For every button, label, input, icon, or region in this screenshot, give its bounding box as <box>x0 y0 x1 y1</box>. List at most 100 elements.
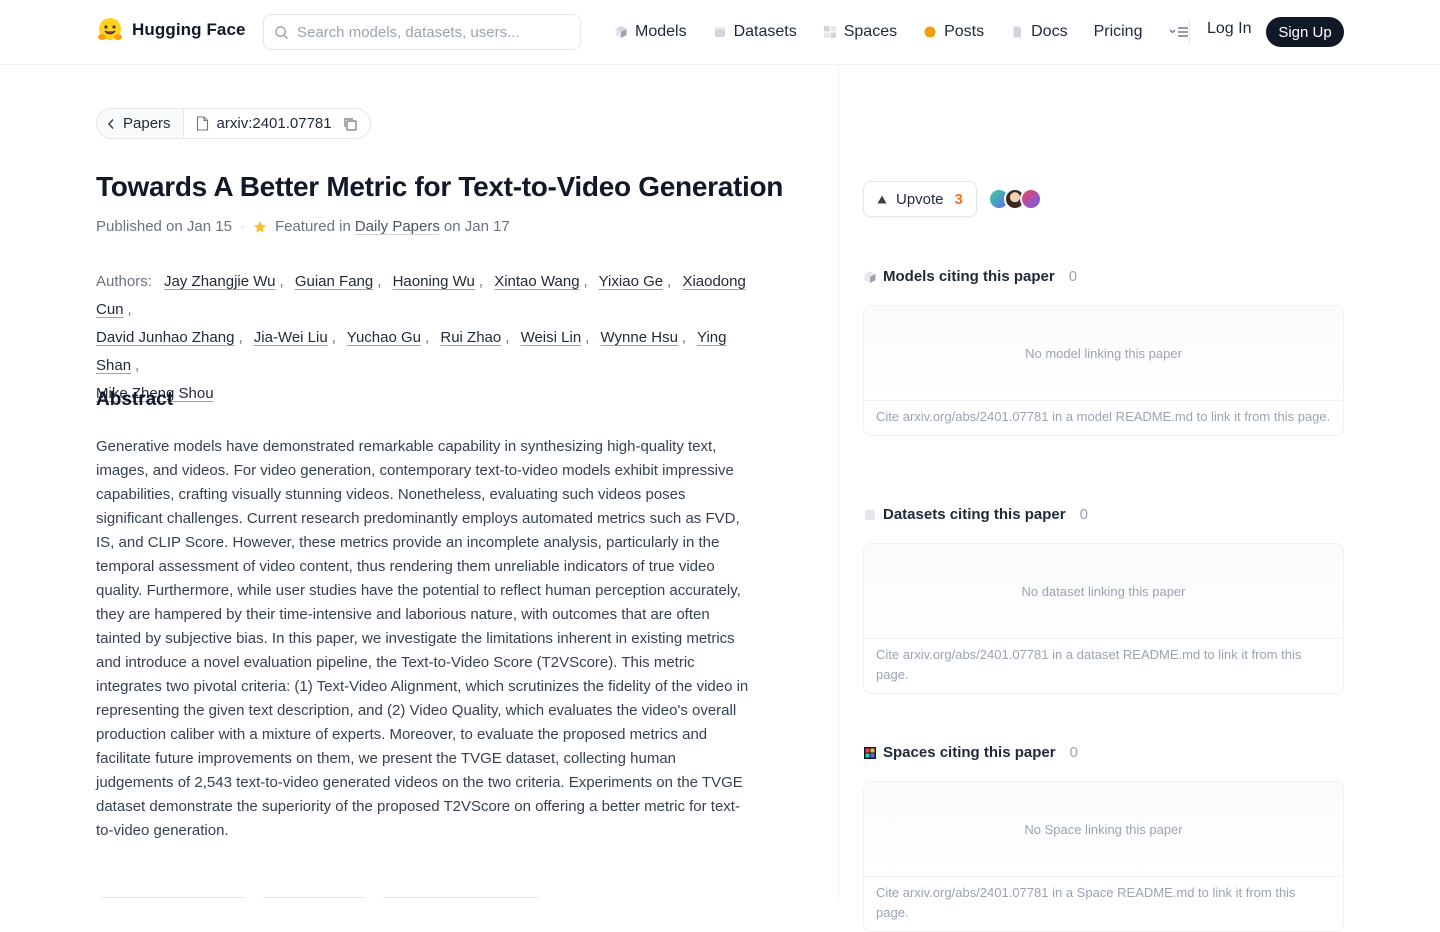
authors-label: Authors: <box>96 273 152 290</box>
author-link[interactable]: Jay Zhangjie Wu <box>164 273 275 290</box>
model-cube-icon <box>615 26 627 38</box>
column-divider <box>838 65 839 900</box>
search-input[interactable] <box>297 23 567 41</box>
nav-models-label: Models <box>635 23 687 40</box>
author-separator: , <box>377 273 382 290</box>
featured-suffix: on Jan 17 <box>443 218 510 235</box>
models-citing-title: Models citing this paper <box>883 268 1055 285</box>
spaces-grid-icon <box>823 26 836 38</box>
nav-posts-label: Posts <box>944 23 985 40</box>
datasets-cite-note: Cite arxiv.org/abs/2401.07781 in a datas… <box>876 647 1302 682</box>
datasets-citing-heading: Datasets citing this paper 0 <box>863 506 1088 523</box>
featured-prefix: Featured in <box>274 218 351 235</box>
nav-spaces-label: Spaces <box>843 23 898 40</box>
brand[interactable]: Hugging Face <box>96 16 246 44</box>
dataset-icon <box>865 509 875 520</box>
author-separator: , <box>667 273 672 290</box>
datasets-citing-count: 0 <box>1079 506 1088 523</box>
paper-id: arxiv:2401.07781 <box>216 115 332 132</box>
nav-docs-label: Docs <box>1031 23 1068 40</box>
upvote-triangle-icon <box>877 195 887 203</box>
author-separator: , <box>681 329 687 346</box>
models-cite-note: Cite arxiv.org/abs/2401.07781 in a model… <box>876 409 1331 424</box>
document-icon <box>196 116 208 131</box>
abstract-text: Generative models have demonstrated rema… <box>96 438 749 839</box>
back-to-papers-link[interactable]: Papers <box>97 109 183 138</box>
paper-id-chip: arxiv:2401.07781 <box>182 109 370 138</box>
login-link[interactable]: Log In <box>1207 20 1251 38</box>
model-cube-icon <box>864 270 876 283</box>
nav-docs[interactable]: Docs <box>1010 23 1068 41</box>
authors-list: Authors: Jay Zhangjie Wu, Guian Fang, Ha… <box>96 268 776 408</box>
breadcrumb: Papers arxiv:2401.07781 <box>96 108 371 139</box>
nav-models[interactable]: Models <box>614 23 687 41</box>
datasets-empty-state: No dataset linking this paper <box>864 544 1343 639</box>
spaces-citing-card: No Space linking this paper Cite arxiv.o… <box>863 781 1344 932</box>
upvote-count: 3 <box>954 190 963 208</box>
author-separator: , <box>279 273 284 290</box>
nav-datasets-label: Datasets <box>733 23 797 40</box>
avatar <box>1020 188 1042 210</box>
models-citing-card: No model linking this paper Cite arxiv.o… <box>863 305 1344 436</box>
author-separator: , <box>331 329 336 346</box>
chevron-left-icon <box>107 118 114 129</box>
author-link[interactable]: Yuchao Gu <box>347 329 421 346</box>
author-link[interactable]: Rui Zhao <box>440 329 501 346</box>
published-date: Published on Jan 15 <box>96 218 232 235</box>
nav-posts[interactable]: Posts <box>923 23 984 41</box>
copy-id-button[interactable] <box>342 116 358 132</box>
spaces-citing-heading: Spaces citing this paper 0 <box>863 744 1078 761</box>
signup-button[interactable]: Sign Up <box>1266 17 1344 47</box>
nav-pricing[interactable]: Pricing <box>1094 23 1143 41</box>
spaces-grid-icon <box>864 746 876 759</box>
copy-icon <box>344 117 357 131</box>
posts-bubble-icon <box>924 26 936 38</box>
author-link[interactable]: Weisi Lin <box>521 329 582 346</box>
datasets-citing-card: No dataset linking this paper Cite arxiv… <box>863 543 1344 694</box>
back-label: Papers <box>123 115 171 132</box>
spaces-cite-note: Cite arxiv.org/abs/2401.07781 in a Space… <box>876 885 1296 920</box>
author-link[interactable]: Guian Fang <box>295 273 373 290</box>
author-link[interactable]: Jia-Wei Liu <box>254 329 328 346</box>
hugging-face-logo-icon <box>98 18 122 40</box>
author-link[interactable]: Yixiao Ge <box>599 273 663 290</box>
author-separator: , <box>127 301 132 318</box>
paper-meta: Published on Jan 15 · Featured in Daily … <box>96 218 510 235</box>
top-navbar: Hugging Face Models Datasets Spaces Post… <box>0 0 1440 65</box>
main-nav: Models Datasets Spaces Posts Docs Pricin… <box>614 19 1190 45</box>
daily-papers-link[interactable]: Daily Papers <box>355 218 440 235</box>
models-citing-count: 0 <box>1068 268 1078 285</box>
abstract-heading: Abstract <box>96 389 174 410</box>
author-separator: , <box>585 329 590 346</box>
more-menu-button[interactable] <box>1168 22 1190 42</box>
author-link[interactable]: Haoning Wu <box>393 273 475 290</box>
nav-spaces[interactable]: Spaces <box>823 23 897 41</box>
upvote-button[interactable]: Upvote 3 <box>863 181 977 217</box>
spaces-citing-count: 0 <box>1069 744 1078 761</box>
author-separator: , <box>135 357 140 374</box>
docs-icon <box>1013 26 1022 38</box>
author-link[interactable]: David Junhao Zhang <box>96 329 234 346</box>
nav-datasets[interactable]: Datasets <box>713 23 797 41</box>
dataset-icon <box>714 27 725 37</box>
models-citing-heading: Models citing this paper 0 <box>863 268 1077 285</box>
author-link[interactable]: Xintao Wang <box>494 273 579 290</box>
search-icon <box>275 25 289 39</box>
author-separator: , <box>238 329 243 346</box>
nav-pricing-label: Pricing <box>1093 23 1143 40</box>
upvoter-avatars[interactable] <box>988 188 1042 210</box>
upvote-label: Upvote <box>896 190 944 208</box>
datasets-citing-title: Datasets citing this paper <box>883 506 1066 523</box>
search-box[interactable] <box>263 14 581 50</box>
models-empty-state: No model linking this paper <box>864 306 1343 401</box>
author-link[interactable]: Wynne Hsu <box>601 329 678 346</box>
spaces-citing-title: Spaces citing this paper <box>883 744 1056 761</box>
brand-name: Hugging Face <box>132 20 246 39</box>
author-separator: , <box>478 273 484 290</box>
spaces-empty-state: No Space linking this paper <box>864 782 1343 877</box>
meta-separator: · <box>239 218 245 235</box>
author-separator: , <box>583 273 588 290</box>
more-menu-icon <box>1170 27 1189 37</box>
nav-divider <box>1189 20 1190 44</box>
paper-title: Towards A Better Metric for Text-to-Vide… <box>96 171 784 202</box>
